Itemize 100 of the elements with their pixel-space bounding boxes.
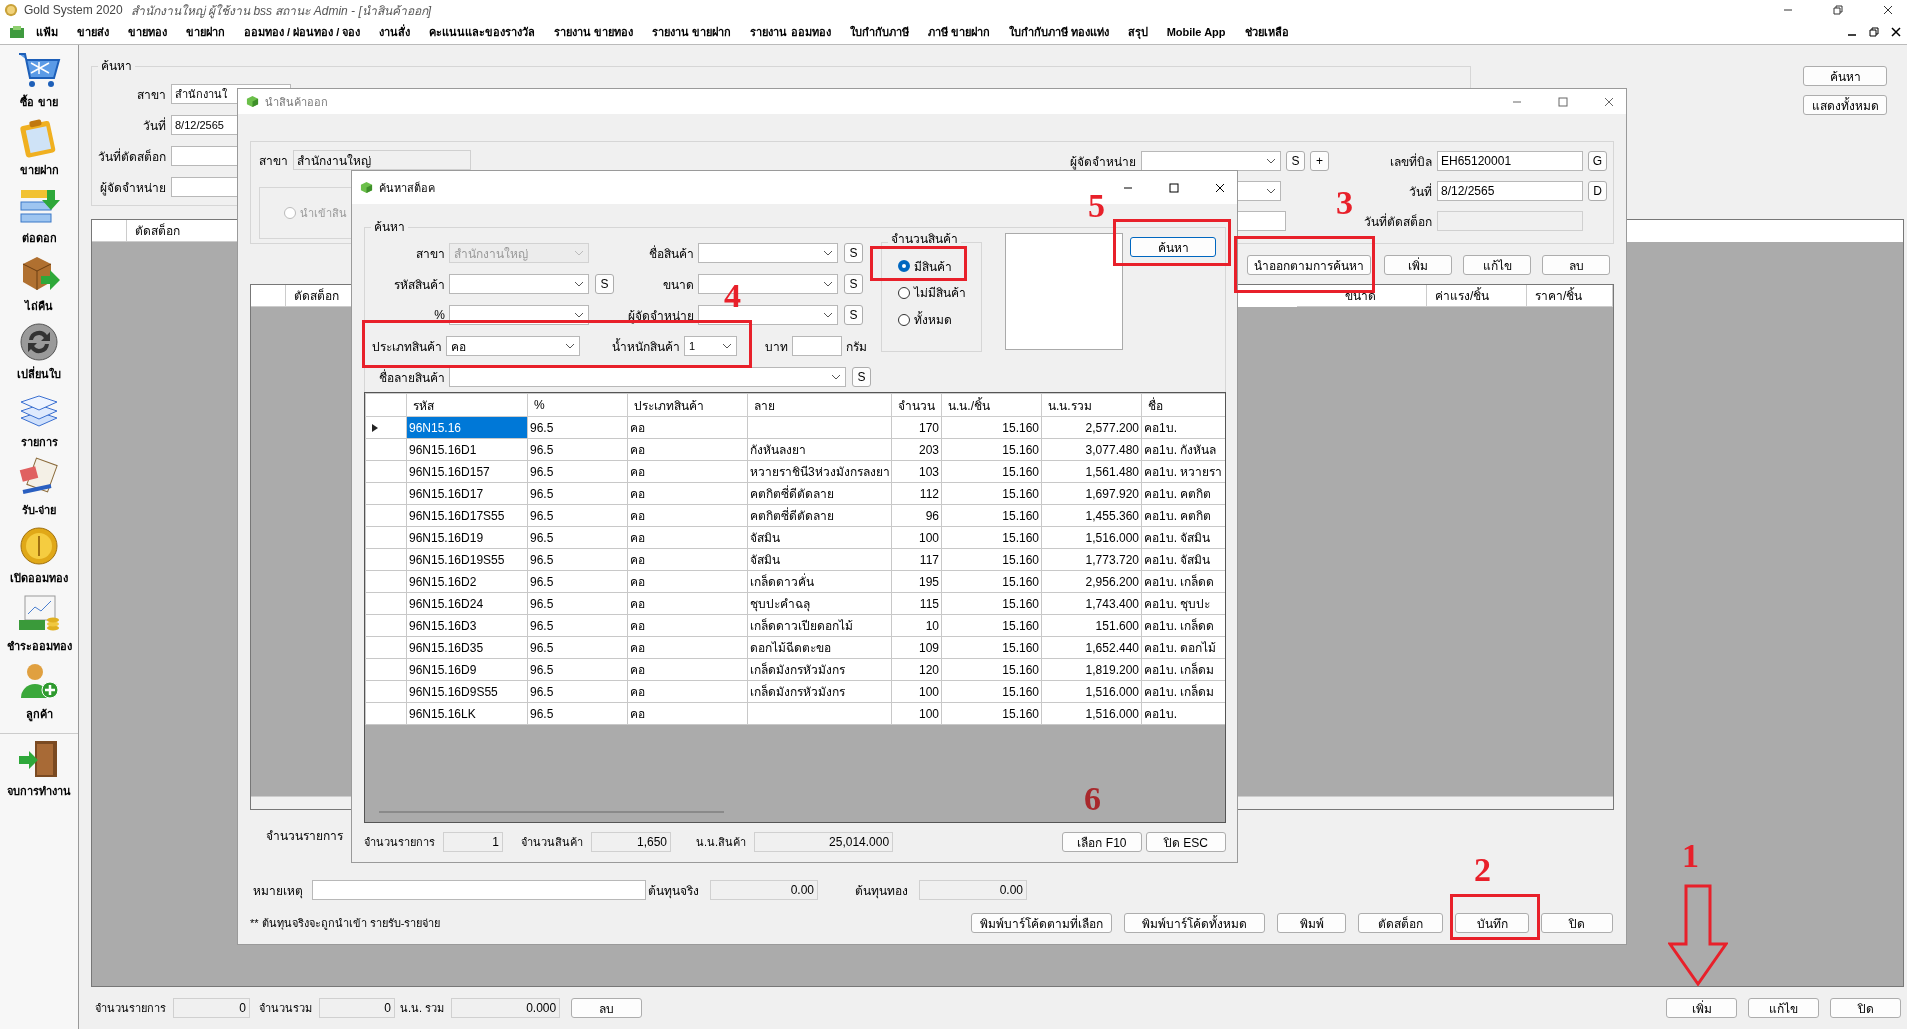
sidebar-label[interactable]: รับ-จ่าย: [21, 501, 57, 519]
footer-button[interactable]: แก้ไข: [1748, 998, 1819, 1018]
small-button[interactable]: S: [844, 243, 863, 263]
field-label: วันที่: [1409, 184, 1432, 199]
field-label: จำนวนรวม: [259, 1001, 312, 1016]
menu-item[interactable]: ออมทอง / ผ่อนทอง / จอง: [244, 23, 361, 41]
sidebar-label[interactable]: จบการทำงาน: [7, 782, 71, 800]
menu-item[interactable]: ขายฝาก: [186, 23, 225, 41]
radio-label[interactable]: ไม่มีสินค้า: [914, 283, 966, 302]
delete-button[interactable]: ลบ: [571, 998, 643, 1018]
row-header-cell: [251, 285, 286, 307]
dialog-button[interactable]: ปิด ESC: [1146, 832, 1226, 852]
small-button[interactable]: S: [595, 274, 614, 294]
side-button[interactable]: ค้นหา: [1803, 66, 1887, 86]
menu-item[interactable]: Mobile App: [1166, 26, 1226, 38]
dropdown[interactable]: [1141, 151, 1281, 171]
dialog-title: ค้นหาสต็อค: [379, 180, 435, 196]
radio-label[interactable]: ทั้งหมด: [914, 310, 952, 329]
small-button[interactable]: S: [844, 274, 863, 294]
scrollbar[interactable]: [379, 811, 724, 813]
dialog-button[interactable]: พิมพ์บาร์โค้ดตามที่เลือก: [971, 913, 1112, 933]
dropdown[interactable]: คอ: [445, 336, 580, 356]
readonly-field: 0: [173, 998, 250, 1018]
menu-item[interactable]: รายงาน ออมทอง: [750, 23, 831, 41]
dropdown[interactable]: [448, 367, 847, 387]
action-button[interactable]: ลบ: [1542, 255, 1610, 275]
field-label: สาขา: [259, 152, 289, 170]
sidebar-label[interactable]: ขายฝาก: [19, 161, 59, 179]
dropdown[interactable]: [449, 305, 589, 325]
input-field[interactable]: 8/12/2565: [1437, 181, 1583, 201]
group-title: ค้นหา: [371, 220, 408, 234]
menu-item[interactable]: รายงาน ขายฝาก: [652, 23, 732, 41]
radio-button[interactable]: [898, 313, 910, 326]
readonly-field: สำนักงานใหญ่: [293, 150, 471, 170]
dropdown[interactable]: [698, 305, 838, 325]
menu-item[interactable]: สรุป: [1127, 23, 1148, 41]
radio-button[interactable]: [898, 286, 910, 299]
footer-button[interactable]: ปิด: [1830, 998, 1901, 1018]
field-label: น.น.สินค้า: [696, 835, 747, 850]
input-field[interactable]: [791, 336, 842, 356]
refresh-icon[interactable]: [17, 321, 61, 363]
input-field[interactable]: EH65120001: [1437, 151, 1583, 171]
small-button[interactable]: S: [852, 367, 871, 387]
sidebar-label[interactable]: ลูกค้า: [25, 705, 53, 723]
restore-icon[interactable]: [1833, 5, 1843, 15]
close-icon[interactable]: [1891, 27, 1901, 37]
sidebar-label[interactable]: ซื้อ ขาย: [20, 93, 58, 111]
sidebar-label[interactable]: รายการ: [20, 433, 58, 451]
dialog-button[interactable]: เลือก F10: [1062, 832, 1142, 852]
small-button[interactable]: G: [1588, 151, 1607, 171]
action-button[interactable]: แก้ไข: [1463, 255, 1531, 275]
input-field[interactable]: [1437, 211, 1583, 231]
menu-item[interactable]: ขายทอง: [128, 23, 167, 41]
coin-icon[interactable]: [17, 525, 61, 567]
search-button[interactable]: ค้นหา: [1130, 237, 1216, 257]
chevron-down-icon: [1266, 158, 1276, 164]
menu-item[interactable]: คะแนนและของรางวัล: [429, 23, 536, 41]
input-field[interactable]: [312, 880, 646, 900]
field-label: ต้นทุนจริง: [647, 882, 699, 900]
side-button[interactable]: แสดงทั้งหมด: [1803, 95, 1887, 115]
radio-button[interactable]: [898, 260, 910, 272]
window-title: สำนักงานใหญ่ ผู้ใช้งาน bss สถานะ Admin - [นำสินค้าออก]: [130, 2, 432, 20]
table-cell: ชุบปะคำฉลุ: [747, 592, 892, 615]
table-cell: เกล็ดมังกรหัวมังกร: [747, 680, 892, 703]
chevron-down-icon: [1266, 188, 1276, 194]
menu-item[interactable]: ขายส่ง: [77, 23, 109, 41]
small-button[interactable]: +: [1310, 151, 1329, 171]
sidebar-label[interactable]: ต่อดอก: [21, 229, 57, 247]
menu-item[interactable]: ใบกำกับภาษี: [849, 23, 909, 41]
dialog-button[interactable]: พิมพ์บาร์โค้ดทั้งหมด: [1124, 913, 1265, 933]
dialog-button[interactable]: ปิด: [1541, 913, 1613, 933]
small-button[interactable]: S: [1286, 151, 1305, 171]
app-icon: [4, 3, 18, 17]
menu-item[interactable]: งานสั่ง: [379, 23, 411, 41]
action-button[interactable]: เพิ่ม: [1384, 255, 1452, 275]
menu-item[interactable]: ช่วยเหลือ: [1244, 23, 1289, 41]
close-icon[interactable]: [1215, 182, 1225, 193]
sidebar-label[interactable]: เปลี่ยนใบ: [17, 365, 61, 383]
field-label: วันที่: [142, 116, 167, 135]
sidebar-label[interactable]: เปิดออมทอง: [10, 569, 68, 587]
sidebar-label[interactable]: ไถ่คืน: [25, 297, 53, 315]
menu-item[interactable]: ใบกำกับภาษี ทองแท่ง: [1008, 23, 1109, 41]
group-title: ค้นหา: [98, 59, 135, 73]
small-button[interactable]: D: [1588, 181, 1607, 201]
restore-icon[interactable]: [1869, 27, 1879, 37]
dropdown[interactable]: 1: [684, 336, 738, 356]
footer-button[interactable]: เพิ่ม: [1666, 998, 1737, 1018]
menu-item[interactable]: รายงาน ขายทอง: [554, 23, 634, 41]
dialog-button[interactable]: บันทึก: [1455, 913, 1529, 933]
dialog-button[interactable]: ตัดสต็อก: [1358, 913, 1443, 933]
sidebar-label[interactable]: ชำระออมทอง: [6, 637, 72, 655]
action-button[interactable]: นำออกตามการค้นหา: [1247, 255, 1371, 275]
menu-item[interactable]: ภาษี ขายฝาก: [927, 23, 990, 41]
dialog-button[interactable]: พิมพ์: [1277, 913, 1346, 933]
maximize-icon[interactable]: [1169, 182, 1179, 193]
list-box[interactable]: [1005, 233, 1123, 350]
small-button[interactable]: S: [844, 305, 863, 325]
menu-item[interactable]: แฟ้ม: [36, 23, 58, 41]
close-icon[interactable]: [1883, 5, 1893, 15]
radio-label[interactable]: มีสินค้า: [914, 256, 952, 276]
